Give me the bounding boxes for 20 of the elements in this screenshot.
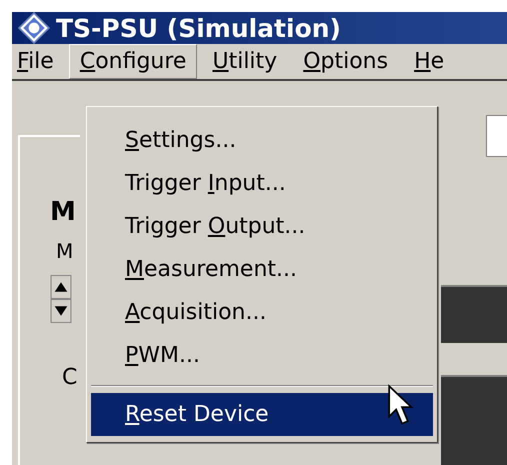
window-title: TS-PSU (Simulation): [56, 14, 341, 42]
menu-bar-item[interactable]: Configure: [68, 44, 198, 79]
diamond-logo-icon: [18, 12, 50, 44]
menu-item[interactable]: Acquisition...: [91, 291, 433, 334]
field-label: M: [55, 239, 74, 263]
menu-bar-item[interactable]: Utility: [201, 44, 288, 79]
menu-bar-item[interactable]: Options: [292, 44, 400, 79]
group-heading: M: [50, 197, 76, 227]
menu-item[interactable]: PWM...: [91, 334, 433, 377]
spinner-icon[interactable]: [50, 275, 72, 323]
menu-bar-item[interactable]: He: [403, 44, 456, 79]
display-panel: [441, 285, 507, 343]
menu-item[interactable]: Settings...: [91, 119, 433, 162]
menu-bar-item[interactable]: File: [12, 44, 65, 79]
menu-item[interactable]: Trigger Input...: [91, 162, 433, 205]
menu-item[interactable]: Trigger Output...: [91, 205, 433, 248]
menu-item[interactable]: Measurement...: [91, 248, 433, 291]
field-label: C: [61, 365, 78, 390]
menu-item[interactable]: Reset Device: [91, 393, 433, 436]
input-field[interactable]: [486, 115, 507, 157]
